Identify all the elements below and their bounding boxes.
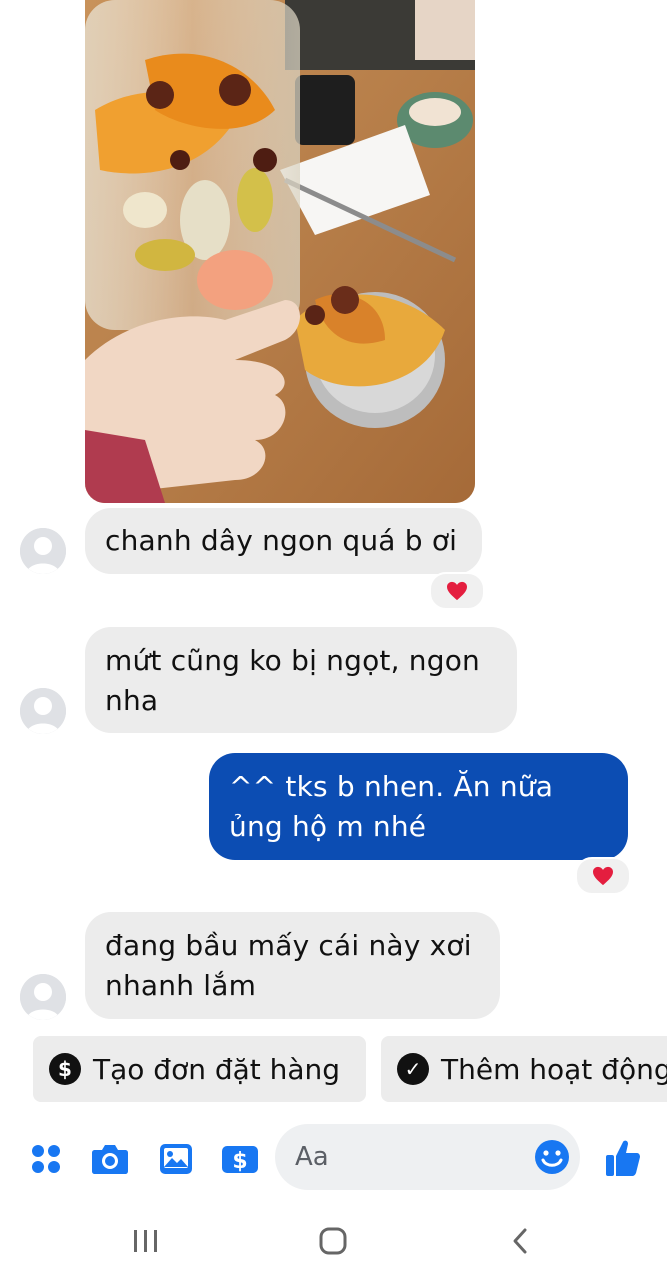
outgoing-message-bubble[interactable]: ^^ tks b nhen. Ăn nữa ủng hộ m nhé [209, 753, 628, 860]
dried-fruit-photo [85, 0, 475, 503]
back-icon [513, 1228, 527, 1254]
default-avatar-icon [20, 528, 66, 574]
recent-apps-icon [134, 1230, 157, 1252]
message-text: ^^ tks b nhen. Ăn nữa ủng hộ m nhé [229, 770, 554, 843]
message-input[interactable] [293, 1141, 517, 1173]
recent-apps-button[interactable] [116, 1211, 176, 1271]
home-button[interactable] [303, 1211, 363, 1271]
check-circle-icon: ✓ [397, 1053, 429, 1085]
back-button[interactable] [490, 1211, 550, 1271]
payment-button[interactable]: $ [220, 1139, 260, 1179]
default-avatar-icon [20, 688, 66, 734]
home-icon [319, 1227, 347, 1255]
apps-icon [32, 1145, 60, 1173]
incoming-message-bubble[interactable]: mứt cũng ko bị ngọt, ngon nha [85, 627, 517, 733]
message-input-box[interactable] [275, 1124, 580, 1190]
avatar[interactable] [20, 974, 66, 1020]
reaction-badge[interactable] [429, 572, 485, 610]
avatar[interactable] [20, 688, 66, 734]
reaction-badge[interactable] [575, 857, 631, 895]
incoming-message-bubble[interactable]: đang bầu mấy cái này xơi nhanh lắm [85, 912, 500, 1019]
dollar-circle-icon: $ [49, 1053, 81, 1085]
camera-icon [92, 1145, 128, 1174]
message-text: chanh dây ngon quá b ơi [105, 524, 458, 557]
create-order-label: Tạo đơn đặt hàng [93, 1052, 341, 1086]
photo-message[interactable] [85, 0, 475, 503]
like-button[interactable] [603, 1138, 643, 1178]
apps-button[interactable] [26, 1139, 66, 1179]
add-activity-label: Thêm hoạt động [441, 1052, 667, 1086]
camera-button[interactable] [90, 1139, 130, 1179]
create-order-button[interactable]: $ Tạo đơn đặt hàng [33, 1036, 366, 1102]
message-text: mứt cũng ko bị ngọt, ngon nha [105, 644, 480, 717]
incoming-message-bubble[interactable]: chanh dây ngon quá b ơi [85, 508, 482, 574]
smiley-icon [535, 1140, 569, 1174]
heart-icon [447, 581, 467, 601]
add-activity-button[interactable]: ✓ Thêm hoạt động [381, 1036, 667, 1102]
default-avatar-icon [20, 974, 66, 1020]
svg-text:$: $ [232, 1149, 247, 1174]
gallery-button[interactable] [156, 1139, 196, 1179]
thumbs-up-icon [606, 1140, 640, 1176]
message-text: đang bầu mấy cái này xơi nhanh lắm [105, 929, 472, 1002]
image-icon [160, 1144, 192, 1174]
avatar[interactable] [20, 528, 66, 574]
payment-icon: $ [222, 1146, 258, 1174]
emoji-button[interactable] [534, 1139, 570, 1175]
heart-icon [593, 866, 613, 886]
